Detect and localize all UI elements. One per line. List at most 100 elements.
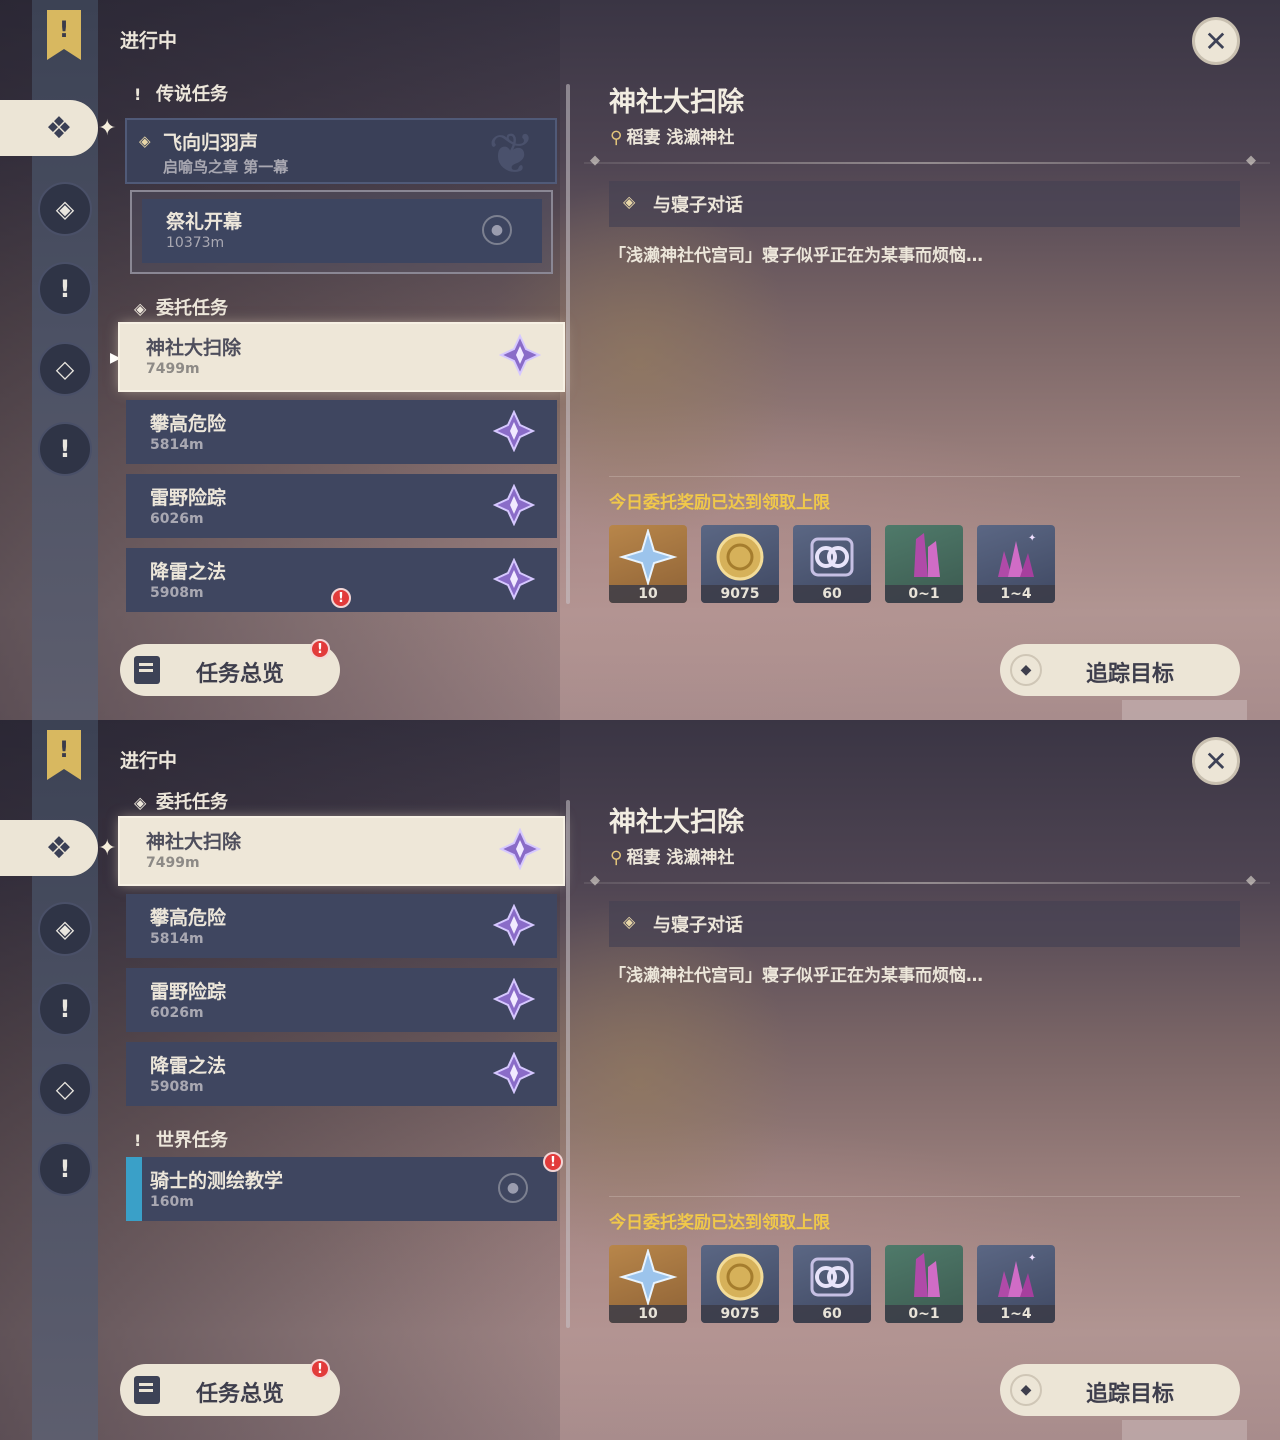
tab-event-quest[interactable]: ◇ — [38, 1062, 92, 1116]
mora-icon — [716, 533, 764, 581]
location-pin-icon: ● — [498, 1173, 528, 1203]
tab-world-quest[interactable]: ! — [38, 1142, 92, 1196]
svg-text:✦: ✦ — [1028, 1253, 1036, 1264]
reward-count: 9075 — [701, 585, 779, 603]
commission-item[interactable]: 雷野险踪 6026m — [126, 968, 557, 1032]
crystal-reward[interactable]: ✦ 1~4 — [977, 1245, 1055, 1323]
quest-description: 「浅濑神社代宫司」寝子似乎正在为某事而烦恼… — [609, 966, 983, 986]
selected-sparkle-icon: ✦ — [98, 116, 117, 141]
alert-badge: ! — [331, 588, 351, 608]
adventure-exp-reward[interactable]: 60 — [793, 525, 871, 603]
enhancement-ore-icon — [914, 533, 940, 577]
detail-divider — [584, 873, 1270, 888]
mora-reward[interactable]: 9075 — [701, 1245, 779, 1323]
legend-step-card[interactable]: 祭礼开幕 10373m ● — [142, 199, 542, 263]
world-quest-marker — [126, 1157, 142, 1221]
adventure-exp-icon — [810, 1257, 854, 1297]
reward-limit-note: 今日委托奖励已达到领取上限 — [609, 493, 830, 513]
commission-item[interactable]: 攀高危险 5814m — [126, 894, 557, 958]
quest-description: 「浅濑神社代宫司」寝子似乎正在为某事而烦恼… — [609, 246, 983, 266]
commission-item[interactable]: 降雷之法 5908m — [126, 1042, 557, 1106]
commission-star-icon — [493, 904, 535, 946]
location-pin-icon: ● — [482, 215, 512, 245]
crystal-chunk-icon: ✦ — [998, 533, 1036, 577]
ore-reward[interactable]: 0~1 — [885, 525, 963, 603]
close-button[interactable]: ✕ — [1192, 17, 1240, 65]
objective-text: 与寝子对话 — [653, 195, 743, 216]
reward-count: 0~1 — [885, 585, 963, 603]
tab-archon-quest[interactable]: ◈ — [38, 182, 92, 236]
commission-title: 雷野险踪 — [150, 487, 227, 509]
bird-emblem-icon: ❦ — [488, 122, 535, 187]
commission-star-icon — [493, 978, 535, 1020]
commission-distance: 5814m — [150, 931, 204, 947]
commission-title: 降雷之法 — [150, 561, 227, 583]
commission-title: 神社大扫除 — [146, 337, 242, 359]
commission-distance: 7499m — [146, 361, 200, 377]
commission-title: 降雷之法 — [150, 1055, 227, 1077]
tab-story-quest[interactable]: ! — [38, 982, 92, 1036]
crystal-chunk-icon: ✦ — [998, 1253, 1036, 1297]
tab-world-quest[interactable]: ! — [38, 422, 92, 476]
location-pin-icon: ⚲ — [610, 128, 623, 148]
quest-list-scrollbar[interactable] — [566, 84, 570, 604]
quest-overview-label: 任务总览 — [196, 662, 285, 687]
world-quest-icon: ! — [134, 1131, 142, 1150]
legend-quest-icon: ! — [134, 85, 142, 104]
commission-item[interactable]: 神社大扫除 7499m — [120, 324, 563, 390]
close-button[interactable]: ✕ — [1192, 737, 1240, 785]
commission-header: ◈ 委托任务 — [134, 792, 228, 813]
quest-detail-title: 神社大扫除 — [609, 807, 744, 838]
primogem-reward[interactable]: 10 — [609, 1245, 687, 1323]
commission-star-icon — [499, 334, 541, 376]
tab-archon-quest[interactable]: ◈ — [38, 902, 92, 956]
quest-list-scrollbar[interactable] — [566, 800, 570, 1328]
mora-icon — [716, 1253, 764, 1301]
crystal-reward[interactable]: ✦ 1~4 — [977, 525, 1055, 603]
tab-commission-selected[interactable]: ❖ — [0, 100, 98, 156]
tab-story-quest[interactable]: ! — [38, 262, 92, 316]
quest-screen-top: ! ❖ ✦ ◈ ! ◇ ! 进行中 ! 传说任务 ◈ 飞向归羽声 启喻鸟之章 第一… — [0, 0, 1280, 720]
legend-quest-subtitle: 启喻鸟之章 第一幕 — [163, 158, 289, 176]
commission-star-icon — [493, 558, 535, 600]
track-target-button[interactable]: ◆ 追踪目标 — [1000, 1364, 1240, 1416]
alert-badge: ! — [543, 1152, 563, 1172]
tab-event-quest[interactable]: ◇ — [38, 342, 92, 396]
quest-overview-label: 任务总览 — [196, 1382, 285, 1407]
objective-diamond-icon: ◈ — [623, 192, 636, 211]
legend-quest-card[interactable]: ◈ 飞向归羽声 启喻鸟之章 第一幕 ❦ — [125, 118, 557, 187]
commission-title: 攀高危险 — [150, 907, 227, 929]
track-diamond-icon: ◆ — [1010, 1374, 1042, 1406]
track-target-button[interactable]: ◆ 追踪目标 — [1000, 644, 1240, 696]
world-quest-distance: 160m — [150, 1194, 194, 1210]
primogem-icon — [618, 529, 678, 585]
quest-location: ⚲ 稻妻 浅濑神社 — [610, 848, 735, 868]
commission-item[interactable]: 雷野险踪 6026m — [126, 474, 557, 538]
commission-item[interactable]: 攀高危险 5814m — [126, 400, 557, 464]
commission-star-icon — [499, 828, 541, 870]
commission-category-icon: ❖ — [45, 110, 73, 146]
primogem-reward[interactable]: 10 — [609, 525, 687, 603]
objective-text: 与寝子对话 — [653, 915, 743, 936]
commission-distance: 5908m — [150, 585, 204, 601]
ore-reward[interactable]: 0~1 — [885, 1245, 963, 1323]
adventure-exp-icon — [810, 537, 854, 577]
quest-overview-button[interactable]: 任务总览 — [120, 1364, 340, 1416]
commission-title: 雷野险踪 — [150, 981, 227, 1003]
quest-screen-bottom: ! ❖ ✦ ◈ ! ◇ ! 进行中 ◈ 委托任务 神社大扫除 7499m 攀高危险… — [0, 720, 1280, 1440]
reward-count: 10 — [609, 585, 687, 603]
commission-item[interactable]: 神社大扫除 7499m — [120, 818, 563, 884]
adventure-exp-reward[interactable]: 60 — [793, 1245, 871, 1323]
quest-detail-title: 神社大扫除 — [609, 87, 744, 118]
mora-reward[interactable]: 9075 — [701, 525, 779, 603]
tab-commission-selected[interactable]: ❖ — [0, 820, 98, 876]
reward-count: 60 — [793, 585, 871, 603]
quest-overview-button[interactable]: 任务总览 — [120, 644, 340, 696]
world-quest-item[interactable]: 骑士的测绘教学 160m ● — [126, 1157, 557, 1221]
selected-sparkle-icon: ✦ — [98, 836, 117, 861]
commission-icon: ◈ — [134, 793, 147, 812]
commission-distance: 6026m — [150, 511, 204, 527]
legend-step-title: 祭礼开幕 — [166, 211, 243, 233]
reward-count: 9075 — [701, 1305, 779, 1323]
commission-title: 攀高危险 — [150, 413, 227, 435]
